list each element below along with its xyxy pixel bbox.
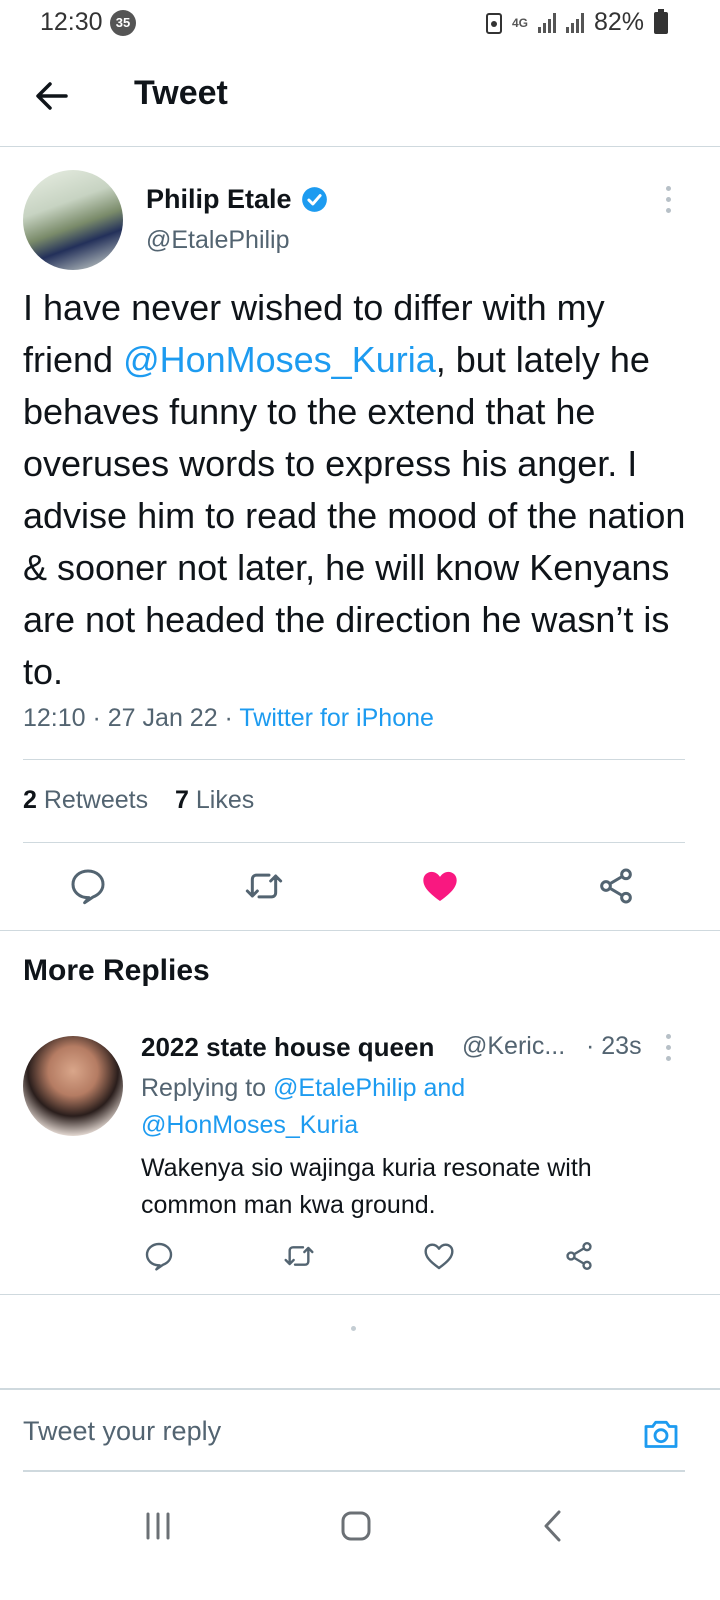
likes-count: 7 xyxy=(175,786,189,814)
reply-share-icon[interactable] xyxy=(563,1240,595,1272)
author-name[interactable]: Philip Etale xyxy=(146,184,292,215)
tweet-date: 27 Jan 22 xyxy=(107,704,218,732)
reply-text: Wakenya sio wajinga kuria resonate with … xyxy=(141,1154,592,1219)
replying-prefix: Replying to xyxy=(141,1074,274,1102)
tweet-time: 12:10 xyxy=(23,704,86,732)
reply-like-icon[interactable] xyxy=(423,1240,455,1272)
loading-dot xyxy=(351,1326,356,1331)
reply-reply-icon[interactable] xyxy=(143,1240,175,1272)
composer-bottom-divider xyxy=(23,1470,685,1472)
status-time: 12:30 xyxy=(40,8,103,36)
notification-count-badge: 35 xyxy=(110,10,136,36)
retweets-count: 2 xyxy=(23,786,37,814)
replying-to-mention-2[interactable]: @HonMoses_Kuria xyxy=(141,1111,358,1139)
battery-icon xyxy=(654,8,668,34)
likes-label: Likes xyxy=(195,786,255,814)
reply-author-handle[interactable]: @Keric... xyxy=(462,1032,565,1061)
retweet-icon[interactable] xyxy=(244,866,284,906)
battery-percent: 82% xyxy=(593,8,644,36)
mention-link[interactable]: @HonMoses_Kuria xyxy=(123,339,436,380)
page-title: Tweet xyxy=(134,74,228,112)
retweets-label: Retweets xyxy=(43,786,149,814)
signal-icon xyxy=(537,12,556,33)
lock-icon xyxy=(485,12,502,34)
back-nav-icon[interactable] xyxy=(534,1506,574,1546)
tweet-stats: 2 Retweets 7 Likes xyxy=(23,786,254,815)
tweet-source-link[interactable]: Twitter for iPhone xyxy=(239,704,434,732)
reply-time: · 23s xyxy=(586,1032,642,1060)
more-replies-heading: More Replies xyxy=(23,954,210,987)
author-handle[interactable]: @EtalePhilip xyxy=(146,226,290,255)
camera-icon[interactable] xyxy=(640,1414,682,1454)
share-icon[interactable] xyxy=(596,866,636,906)
like-icon-filled[interactable] xyxy=(420,866,460,906)
retweets-stat[interactable]: 2 Retweets xyxy=(23,786,148,814)
reply-more-options-icon[interactable] xyxy=(664,1034,672,1061)
reply-avatar[interactable] xyxy=(23,1036,123,1136)
reply-icon[interactable] xyxy=(68,866,108,906)
composer-top-divider xyxy=(0,1388,720,1390)
stats-divider xyxy=(23,842,685,843)
tweet-text-part2: , but lately he behaves funny to the ext… xyxy=(23,339,686,692)
reply-author-name[interactable]: 2022 state house queen xyxy=(141,1032,434,1063)
author-avatar[interactable] xyxy=(23,170,123,270)
replying-to-mention-1[interactable]: @EtalePhilip xyxy=(273,1074,417,1102)
more-options-icon[interactable] xyxy=(664,186,672,213)
back-arrow-icon[interactable] xyxy=(34,78,70,114)
signal-icon-2 xyxy=(565,12,584,33)
actions-divider xyxy=(0,930,720,931)
likes-stat[interactable]: 7 Likes xyxy=(175,786,254,814)
header-divider xyxy=(0,146,720,147)
meta-divider xyxy=(23,759,685,760)
reply-retweet-icon[interactable] xyxy=(283,1240,315,1272)
network-type: 4G xyxy=(511,15,528,30)
home-icon[interactable] xyxy=(336,1506,376,1546)
replying-and: and xyxy=(416,1074,466,1102)
verified-badge-icon xyxy=(302,187,327,212)
tweet-text: I have never wished to differ with my fr… xyxy=(23,282,693,698)
tweet-reply-input[interactable] xyxy=(23,1416,583,1447)
tweet-meta: 12:10 · 27 Jan 22 · Twitter for iPhone xyxy=(23,704,434,732)
status-icons: 4G 82% xyxy=(485,8,668,37)
replying-to: Replying to @EtalePhilip and @HonMoses_K… xyxy=(141,1070,661,1144)
recent-apps-icon[interactable] xyxy=(138,1506,178,1546)
reply-divider xyxy=(0,1294,720,1295)
